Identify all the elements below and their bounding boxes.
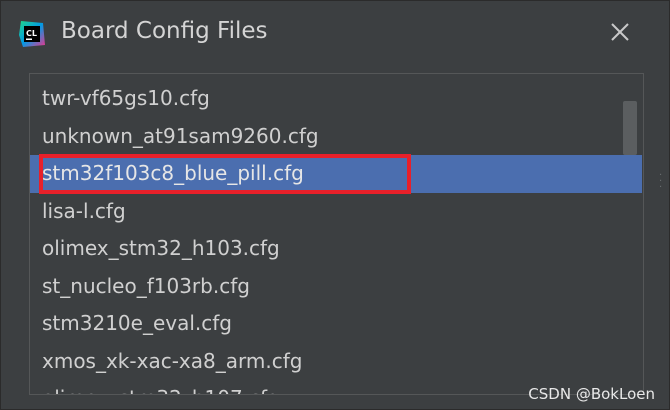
clion-icon: CL	[17, 19, 47, 49]
list-item[interactable]: olimex_stm32_h103.cfg	[30, 230, 642, 268]
list-item[interactable]: stm3210e_eval.cfg	[30, 305, 642, 343]
config-file-list-panel: twr-vf65gs10.cfg unknown_at91sam9260.cfg…	[29, 73, 644, 395]
list-item[interactable]: lisa-l.cfg	[30, 193, 642, 231]
list-item-selected[interactable]: stm32f103c8_blue_pill.cfg	[30, 155, 642, 193]
dialog-title: Board Config Files	[61, 18, 268, 44]
list-item[interactable]: twr-vf65gs10.cfg	[30, 80, 642, 118]
config-file-list: twr-vf65gs10.cfg unknown_at91sam9260.cfg…	[30, 80, 642, 394]
list-item[interactable]: xmos_xk-xac-xa8_arm.cfg	[30, 343, 642, 381]
list-item[interactable]: unknown_at91sam9260.cfg	[30, 118, 642, 156]
title-bar: CL Board Config Files	[1, 1, 670, 65]
watermark: CSDN @BokLoen	[528, 385, 655, 403]
list-item[interactable]: st_nucleo_f103rb.cfg	[30, 268, 642, 306]
close-icon[interactable]	[607, 19, 633, 45]
board-config-dialog: CL Board Config Files twr-vf65gs10.cfg u…	[0, 0, 670, 410]
svg-text:CL: CL	[26, 29, 37, 38]
resize-handle[interactable]: · · ·	[659, 171, 665, 193]
scrollbar-thumb[interactable]	[623, 101, 637, 155]
